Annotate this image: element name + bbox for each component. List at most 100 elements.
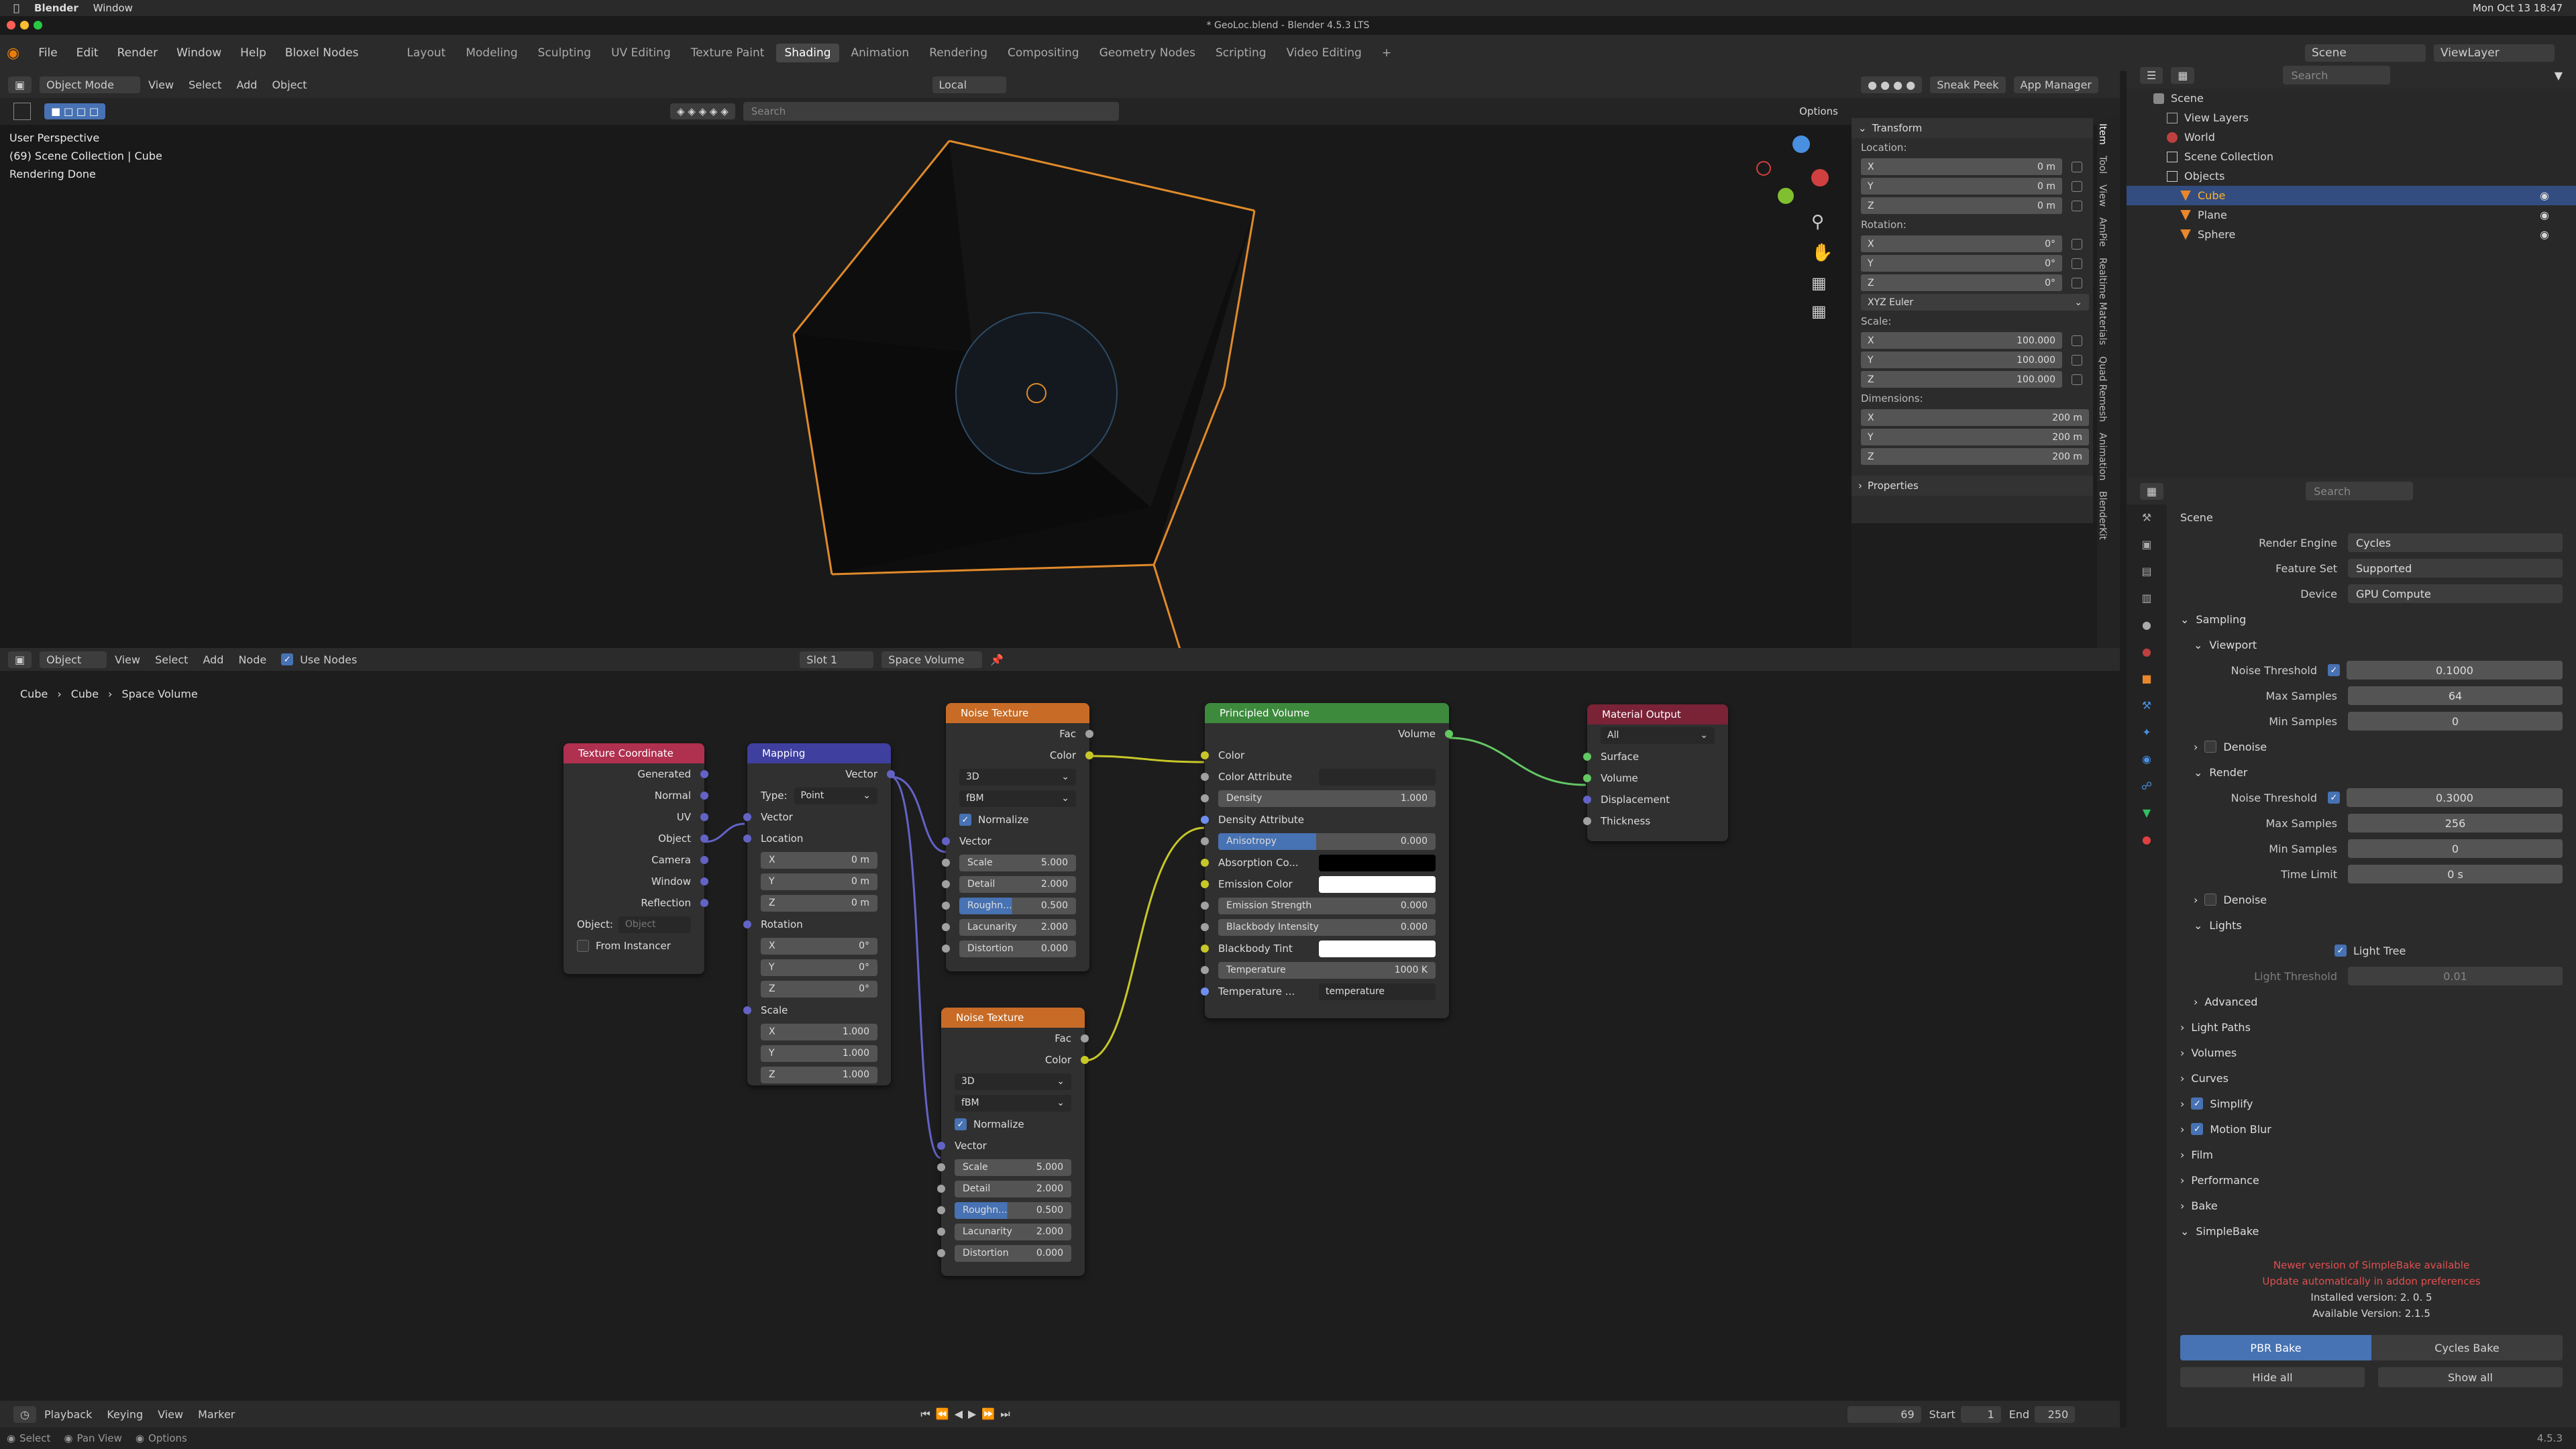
lock-icon[interactable] — [2072, 180, 2082, 192]
outliner-search-input[interactable]: Search — [2283, 66, 2391, 85]
location-z-field[interactable]: Z0 m — [1861, 197, 2062, 214]
lock-icon[interactable] — [2072, 354, 2082, 366]
roughness-field[interactable]: Roughn... 0.500 — [959, 897, 1076, 914]
cycles-bake-button[interactable]: Cycles Bake — [2371, 1335, 2563, 1360]
node-principled-volume[interactable]: Principled Volume Volume Color Color Att… — [1201, 703, 1453, 1018]
ne-menu-view[interactable]: View — [115, 653, 140, 666]
menu-render[interactable]: Render — [117, 46, 158, 60]
socket[interactable] — [1583, 796, 1591, 804]
particles-tab-icon[interactable]: ✦ — [2127, 719, 2167, 746]
viewlayer-selector[interactable]: ViewLayer — [2434, 44, 2555, 62]
viewport-shading-icon[interactable]: ● ● ● ● — [1861, 76, 1923, 93]
ne-menu-add[interactable]: Add — [203, 653, 223, 666]
lock-icon[interactable] — [2072, 161, 2082, 172]
outliner-item-scene[interactable]: Scene — [2127, 89, 2576, 108]
socket[interactable] — [942, 859, 950, 867]
camera-view-icon[interactable]: ▦ — [1811, 274, 1827, 292]
socket[interactable] — [1201, 880, 1209, 888]
checkbox[interactable]: ✓ — [2328, 664, 2340, 676]
constraints-tab-icon[interactable]: ☍ — [2127, 773, 2167, 800]
vp-denoise-header[interactable]: › Denoise — [2167, 734, 2576, 759]
rotation-y-field[interactable]: Y 0° — [1861, 255, 2062, 272]
rotation-x-field[interactable]: X 0° — [1861, 235, 2062, 252]
checkbox[interactable]: ✓ — [2328, 792, 2340, 804]
menu-window[interactable]: Window — [176, 46, 221, 60]
socket[interactable] — [1201, 987, 1209, 996]
loc-z-field[interactable]: Z0 m — [761, 894, 877, 912]
socket[interactable] — [1201, 816, 1209, 824]
zoom-icon[interactable] — [34, 21, 42, 30]
bake-header[interactable]: › Bake — [2167, 1193, 2576, 1218]
display-mode-icon[interactable]: ▦ — [2171, 66, 2195, 84]
rot-y-field[interactable]: Y 0° — [761, 959, 877, 976]
socket[interactable] — [942, 837, 950, 845]
render-subheader[interactable]: ⌄ Render — [2167, 759, 2576, 785]
rot-x-field[interactable]: X 0° — [761, 937, 877, 955]
pan-hand-icon[interactable]: ✋ — [1811, 243, 1833, 263]
rot-z-field[interactable]: Z 0° — [761, 980, 877, 998]
detail-field[interactable]: Detail 2.000 — [959, 875, 1076, 893]
pbr-bake-button[interactable]: PBR Bake — [2180, 1335, 2371, 1360]
tab-compositing[interactable]: Compositing — [1000, 44, 1087, 62]
socket[interactable] — [1583, 817, 1591, 825]
performance-header[interactable]: › Performance — [2167, 1167, 2576, 1193]
select-mode-icon[interactable]: ■ □ □ □ — [44, 103, 105, 119]
properties-header[interactable]: › Properties — [1851, 476, 2093, 496]
render-tab-icon[interactable]: ▣ — [2127, 531, 2167, 558]
lights-subheader[interactable]: ⌄ Lights — [2167, 912, 2576, 938]
simplebake-header[interactable]: ⌄ SimpleBake — [2167, 1218, 2576, 1244]
socket[interactable] — [1583, 753, 1591, 761]
socket[interactable] — [1081, 1034, 1089, 1042]
tab-realtime-materials[interactable]: Realtime Materials — [2097, 252, 2108, 350]
vp-min-field[interactable]: 0 — [2348, 712, 2563, 731]
socket[interactable] — [942, 880, 950, 888]
menu-file[interactable]: File — [38, 46, 57, 60]
socket[interactable] — [1085, 730, 1093, 738]
simplify-header[interactable]: › ✓ Simplify — [2167, 1091, 2576, 1116]
outliner-item-sphere[interactable]: Sphere ◉ — [2127, 225, 2576, 244]
cube-wireframe[interactable] — [0, 125, 1851, 648]
render-engine-dropdown[interactable]: Cycles — [2348, 533, 2563, 552]
vp-menu-select[interactable]: Select — [189, 78, 221, 91]
detail-field[interactable]: Detail 2.000 — [955, 1180, 1071, 1197]
editor-type-icon[interactable]: ▣ — [8, 76, 32, 93]
sampling-header[interactable]: ⌄ Sampling — [2167, 606, 2576, 632]
ortho-toggle-icon[interactable]: ▦ — [1811, 302, 1827, 321]
menu-help[interactable]: Help — [240, 46, 266, 60]
keying-menu[interactable]: Keying — [107, 1408, 143, 1421]
eye-icon[interactable]: ◉ — [2540, 228, 2549, 241]
socket[interactable] — [1201, 859, 1209, 867]
socket[interactable] — [937, 1142, 945, 1150]
lock-icon[interactable] — [2072, 277, 2082, 288]
ne-menu-node[interactable]: Node — [238, 653, 266, 666]
distortion-field[interactable]: Distortion 0.000 — [959, 940, 1076, 957]
temperature-field[interactable]: Temperature 1000 K — [1218, 961, 1436, 979]
app-manager-button[interactable]: App Manager — [2013, 76, 2098, 93]
socket[interactable] — [743, 1006, 751, 1014]
dim-x-field[interactable]: X 200 m — [1861, 409, 2089, 426]
pin-icon[interactable]: 📌 — [990, 653, 1004, 666]
distortion-field[interactable]: Distortion 0.000 — [955, 1244, 1071, 1262]
scl-x-field[interactable]: X 1.000 — [761, 1023, 877, 1040]
blackbody-tint-swatch[interactable] — [1319, 940, 1436, 957]
dim-z-field[interactable]: Z 200 m — [1861, 448, 2089, 465]
checkbox[interactable]: ✓ — [955, 1118, 967, 1130]
material-tab-icon[interactable]: ● — [2127, 826, 2167, 853]
node-mapping[interactable]: Mapping Vector Type: Point ⌄ Vector Locati… — [743, 743, 895, 1085]
tab-tool[interactable]: Tool — [2097, 150, 2108, 179]
editor-type-icon[interactable]: ▣ — [8, 651, 32, 668]
vp-search-input[interactable]: Search — [743, 102, 1119, 121]
vp-options[interactable]: Options — [1799, 105, 1838, 117]
hide-all-button[interactable]: Hide all — [2180, 1367, 2365, 1387]
navigation-gizmo[interactable] — [1751, 136, 1831, 209]
socket[interactable] — [700, 899, 708, 907]
tab-layout[interactable]: Layout — [399, 44, 454, 62]
node-texture-coordinate[interactable]: Texture Coordinate Generated Normal UV O… — [564, 743, 708, 974]
tab-scripting[interactable]: Scripting — [1208, 44, 1275, 62]
lock-icon[interactable] — [2072, 200, 2082, 211]
tab-texture-paint[interactable]: Texture Paint — [683, 44, 773, 62]
absorption-color-swatch[interactable] — [1319, 854, 1436, 871]
socket[interactable] — [743, 835, 751, 843]
lock-icon[interactable] — [2072, 335, 2082, 346]
3d-viewport[interactable]: User Perspective (69) Scene Collection |… — [0, 125, 1851, 648]
